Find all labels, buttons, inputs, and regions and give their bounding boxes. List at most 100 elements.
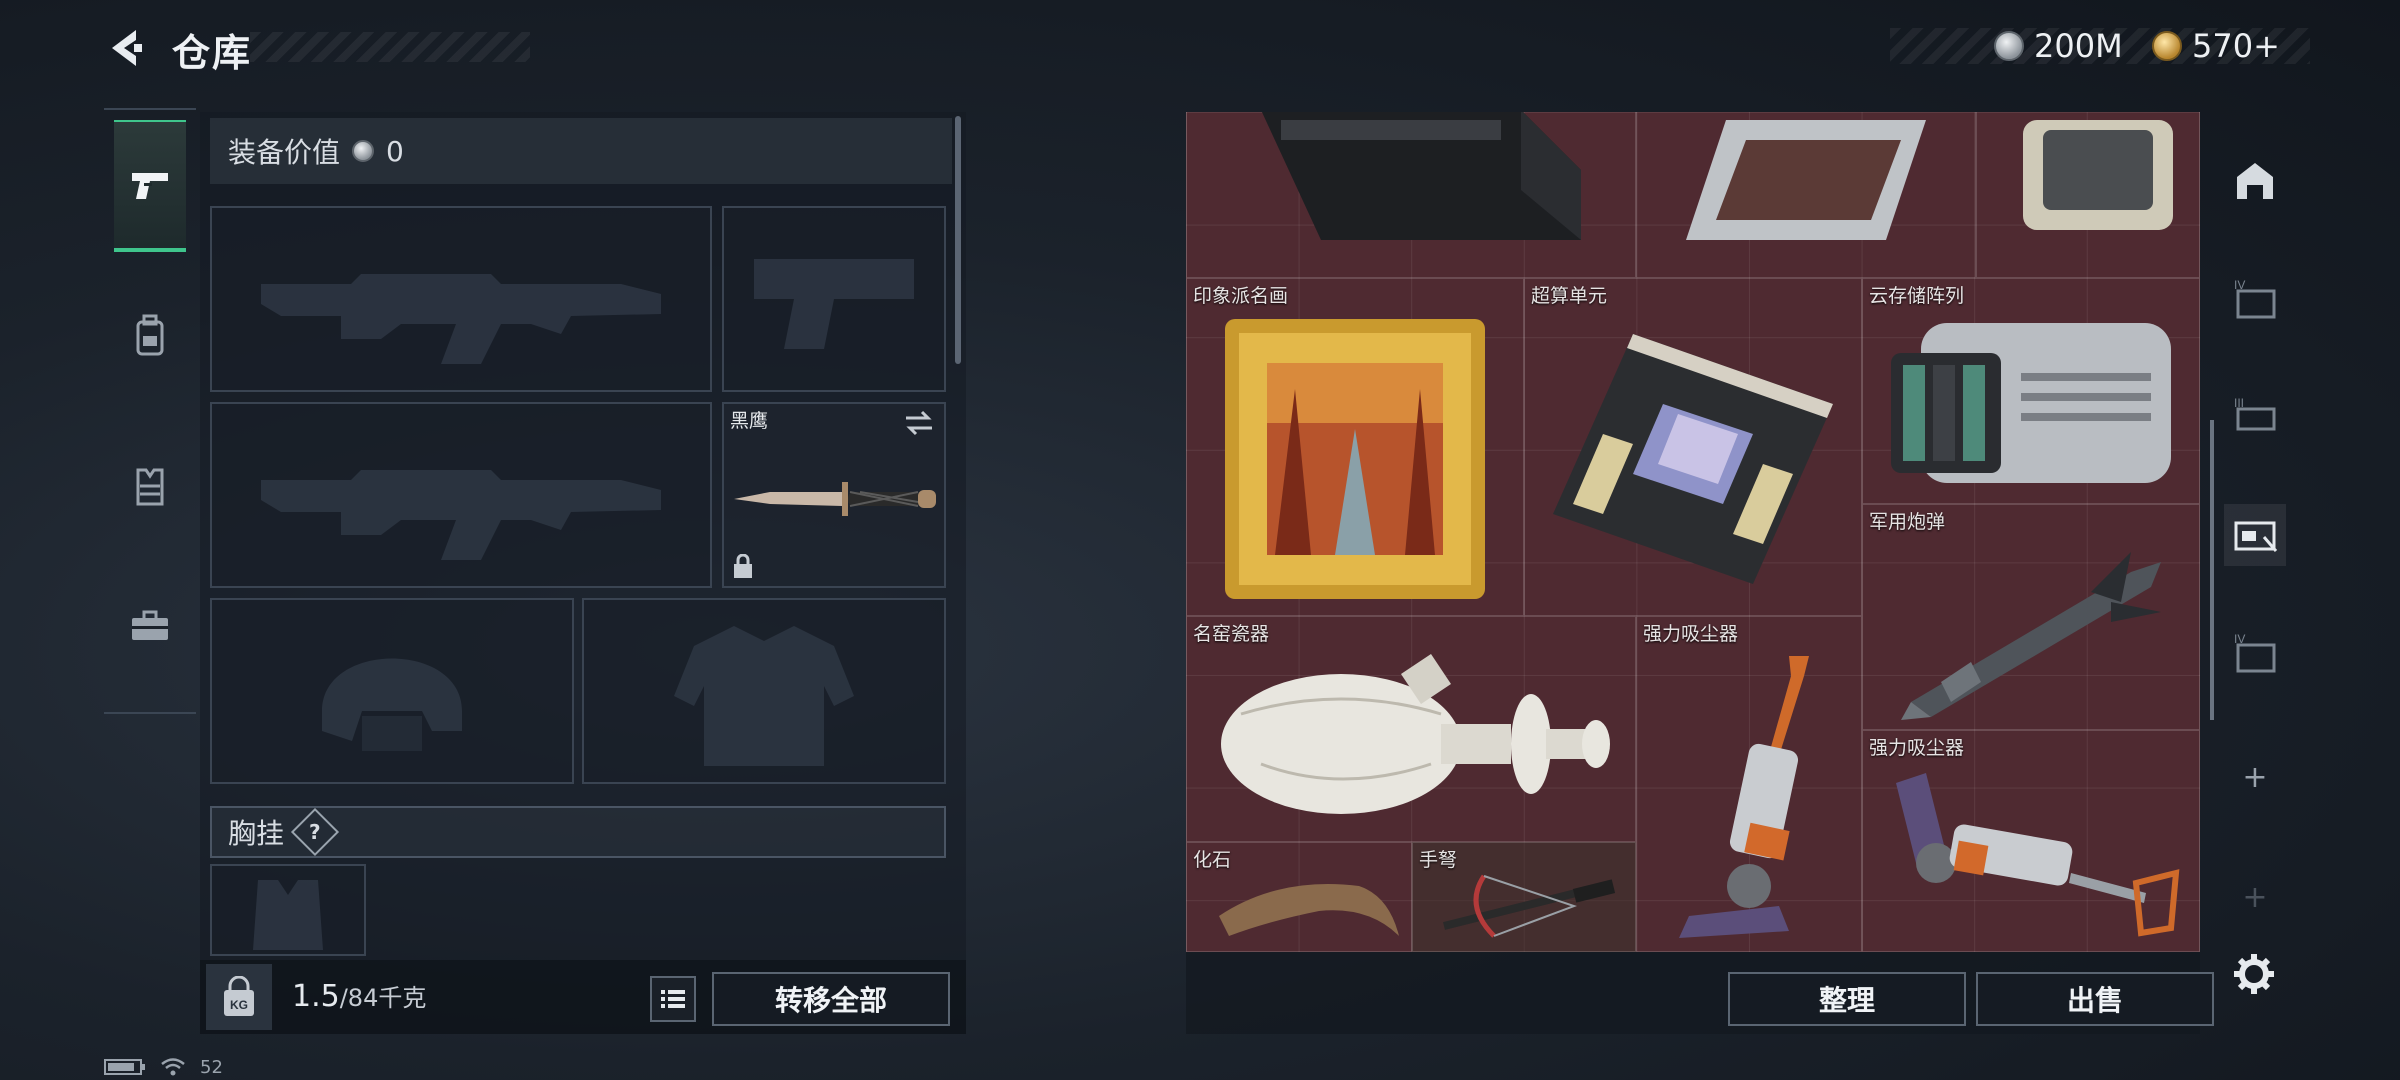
helmet-slot[interactable] bbox=[210, 598, 574, 784]
helmet-silhouette-icon bbox=[322, 658, 462, 751]
rifle-silhouette-icon bbox=[261, 274, 661, 364]
swap-icon[interactable] bbox=[902, 408, 936, 438]
back-button[interactable] bbox=[100, 22, 152, 74]
stash-grid[interactable]: 印象派名画 超算单元 云存储阵列 军用炮弹 名窑瓷器 强力吸尘器 强力吸尘器 化… bbox=[1186, 112, 2200, 952]
chest-rig-silhouette-icon bbox=[253, 880, 323, 950]
signal-value: 52 bbox=[200, 1056, 223, 1078]
stash-tab-4[interactable] bbox=[2224, 504, 2286, 566]
sort-button[interactable]: 整理 bbox=[1728, 972, 1966, 1026]
rifle-silhouette-icon bbox=[261, 470, 661, 560]
pistol-icon bbox=[132, 173, 168, 199]
vacuum-cleaner-icon bbox=[1896, 773, 2180, 937]
vest-icon bbox=[136, 468, 164, 506]
primary-weapon-slot-1[interactable] bbox=[210, 206, 712, 392]
crossbow-icon bbox=[1443, 874, 1616, 938]
stash-scrollbar[interactable] bbox=[2210, 420, 2214, 720]
silver-coin-icon bbox=[352, 140, 375, 162]
porcelain-vase-icon bbox=[1221, 654, 1610, 814]
stash-item-storage-array[interactable]: 云存储阵列 bbox=[1862, 278, 2200, 504]
fossil-claw-icon bbox=[1219, 884, 1399, 936]
back-arrow-icon bbox=[112, 30, 142, 66]
silver-currency: 200M bbox=[1994, 26, 2123, 66]
briefcase-icon bbox=[132, 610, 168, 640]
stash-item-crossbow[interactable]: 手弩 bbox=[1412, 842, 1636, 952]
nav-weapons[interactable] bbox=[114, 120, 186, 252]
nav-chest-rig[interactable] bbox=[114, 420, 186, 552]
tab-tier-label: IV bbox=[2234, 632, 2245, 646]
storage-box-icon: III bbox=[2234, 396, 2276, 431]
nav-backpack[interactable] bbox=[114, 270, 186, 402]
stash-item-artillery-shell[interactable]: 军用炮弹 bbox=[1862, 504, 2200, 730]
stash-tab-5[interactable]: IV bbox=[2224, 622, 2286, 684]
transfer-all-button[interactable]: 转移全部 bbox=[712, 972, 950, 1026]
equip-value-label: 装备价值 bbox=[228, 136, 341, 169]
knife-icon bbox=[734, 482, 936, 516]
armor-vest-silhouette-icon bbox=[674, 626, 854, 766]
stash-item-fossil[interactable]: 化石 bbox=[1186, 842, 1412, 952]
stash-tab-home[interactable] bbox=[2224, 150, 2286, 212]
list-icon bbox=[661, 990, 685, 1008]
stash-item-case[interactable] bbox=[1976, 112, 2200, 278]
stash-item-server-rack[interactable] bbox=[1186, 112, 1636, 278]
stash-tab-3[interactable]: III bbox=[2224, 386, 2286, 448]
pistol-silhouette-icon bbox=[754, 259, 914, 349]
title-decoration bbox=[250, 32, 530, 62]
stash-item-tray[interactable] bbox=[1636, 112, 1976, 278]
storage-box-icon: IV bbox=[2234, 278, 2276, 319]
page-title: 仓库 bbox=[172, 31, 253, 75]
storage-case-icon bbox=[2023, 120, 2173, 230]
weight-max: /84千克 bbox=[339, 984, 427, 1012]
stash-tab-2[interactable]: IV bbox=[2224, 268, 2286, 330]
stash-item-porcelain[interactable]: 名窑瓷器 bbox=[1186, 616, 1636, 842]
melee-name: 黑鹰 bbox=[730, 410, 769, 432]
chest-rig-slot[interactable] bbox=[210, 864, 366, 956]
stash-item-vacuum-horizontal[interactable]: 强力吸尘器 bbox=[1862, 730, 2200, 952]
gold-coin-icon bbox=[2152, 31, 2182, 61]
compute-board-icon bbox=[1553, 334, 1833, 584]
stash-tab-nav: IV III IV + + bbox=[2220, 114, 2290, 1034]
stash-item-vacuum-vertical[interactable]: 强力吸尘器 bbox=[1636, 616, 1862, 952]
primary-weapon-slot-2[interactable] bbox=[210, 402, 712, 588]
weight-current: 1.5 bbox=[292, 979, 340, 1014]
melee-slot[interactable]: 黑鹰 bbox=[722, 402, 946, 588]
loadout-category-nav bbox=[104, 108, 196, 714]
equip-value-amount: 0 bbox=[386, 134, 404, 168]
gold-amount: 570+ bbox=[2192, 27, 2280, 65]
gold-currency[interactable]: 570+ bbox=[2152, 26, 2280, 66]
silver-amount: 200M bbox=[2034, 27, 2123, 65]
vault-icon bbox=[2237, 163, 2273, 199]
weight-lock-button[interactable]: KG bbox=[206, 964, 272, 1030]
stash-item-painting[interactable]: 印象派名画 bbox=[1186, 278, 1524, 616]
backpack-icon bbox=[136, 314, 164, 356]
server-rack-icon bbox=[1261, 112, 1581, 240]
lock-icon bbox=[734, 554, 752, 578]
chest-rig-label: 胸挂 bbox=[228, 817, 285, 850]
chest-rig-header: 胸挂 ? bbox=[210, 806, 946, 858]
tab-tier-label: IV bbox=[2234, 278, 2245, 292]
stash-item-compute-unit[interactable]: 超算单元 bbox=[1524, 278, 1862, 616]
battery-icon bbox=[104, 1059, 145, 1075]
loadout-scrollbar[interactable] bbox=[955, 116, 961, 364]
armor-slot[interactable] bbox=[582, 598, 946, 784]
wifi-icon bbox=[161, 1058, 185, 1076]
impressionist-painting-icon bbox=[1225, 319, 1485, 599]
settings-button[interactable] bbox=[2226, 946, 2282, 1002]
help-button[interactable]: ? bbox=[290, 807, 340, 857]
silver-coin-icon bbox=[1994, 31, 2024, 61]
list-view-button[interactable] bbox=[650, 976, 696, 1022]
device-status-bar: 52 bbox=[104, 1056, 223, 1078]
storage-box-icon: IV bbox=[2234, 632, 2276, 673]
storage-array-icon bbox=[1891, 323, 2171, 483]
kg-label: KG bbox=[230, 998, 248, 1012]
sidearm-slot[interactable] bbox=[722, 206, 946, 392]
nav-case[interactable] bbox=[114, 560, 186, 692]
add-stash-tab-button[interactable]: + bbox=[2224, 746, 2286, 808]
gear-icon bbox=[2234, 954, 2274, 994]
carry-weight: 1.5/84千克 bbox=[292, 978, 426, 1014]
missile-icon bbox=[1901, 552, 2161, 720]
add-stash-tab-button-disabled[interactable]: + bbox=[2224, 866, 2286, 928]
sell-button[interactable]: 出售 bbox=[1976, 972, 2214, 1026]
kg-lock-icon: KG bbox=[224, 976, 254, 1016]
help-icon: ? bbox=[309, 819, 321, 844]
tab-tier-label: III bbox=[2234, 396, 2244, 410]
